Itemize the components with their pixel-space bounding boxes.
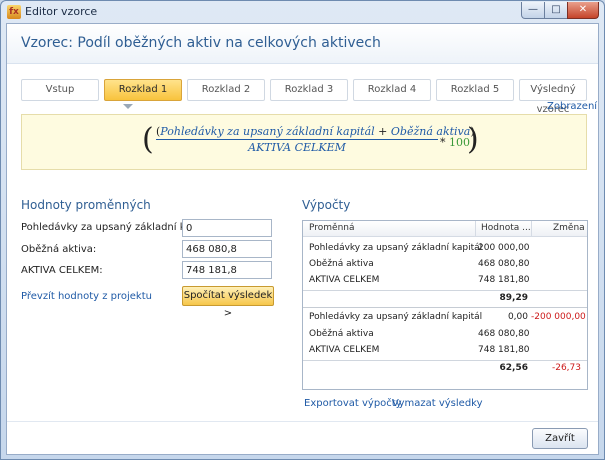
table-row-total[interactable]: 62,56 -26,73 <box>303 360 587 376</box>
cell-result: 89,29 <box>499 293 528 303</box>
transfer-values-link[interactable]: Převzít hodnoty z projektu <box>21 291 152 302</box>
cell-value: 748 181,80 <box>478 345 530 355</box>
column-divider[interactable] <box>475 221 476 237</box>
variable-input-receivables[interactable] <box>182 219 272 237</box>
variable-input-current-assets[interactable] <box>182 240 272 258</box>
tab-vstup[interactable]: Vstup <box>21 79 99 101</box>
variable-input-total-assets[interactable] <box>182 261 272 279</box>
page-title: Vzorec: Podíl oběžných aktiv na celkovýc… <box>21 35 381 51</box>
cell-value: 468 080,80 <box>478 259 530 269</box>
cell-variable: Oběžná aktiva <box>309 259 374 269</box>
table-header: Proměnná Hodnota ... Změna <box>303 221 587 237</box>
tab-vysledny-vzorec[interactable]: Výsledný vzorec <box>519 79 587 115</box>
column-header-variable[interactable]: Proměnná <box>309 223 355 233</box>
table-row[interactable]: AKTIVA CELKEM 748 181,80 <box>303 273 587 289</box>
tab-rozklad-3[interactable]: Rozklad 3 <box>270 79 348 101</box>
formula: ( (Pohledávky za upsaný základní kapitál… <box>142 122 502 162</box>
compute-result-button[interactable]: Spočítat výsledek > <box>182 286 274 319</box>
cell-value: 0,00 <box>507 312 528 322</box>
variables-section-title: Hodnoty proměnných <box>21 198 151 212</box>
table-row[interactable]: Oběžná aktiva 468 080,80 <box>303 327 587 343</box>
cell-variable: Oběžná aktiva <box>309 329 374 339</box>
variable-label-total-assets: AKTIVA CELKEM: <box>21 265 103 276</box>
formula-numerator: (Pohledávky za upsaný základní kapitál +… <box>156 125 475 140</box>
calculations-section-title: Výpočty <box>302 198 351 212</box>
cell-variable: Pohledávky za upsaný základní kapitál <box>309 312 483 322</box>
table-row[interactable]: Pohledávky za upsaný základní kapitál 20… <box>303 241 587 257</box>
dialog-header: Vzorec: Podíl oběžných aktiv na celkovýc… <box>7 24 598 64</box>
cell-value: 200 000,00 <box>478 243 530 253</box>
tab-rozklad-4[interactable]: Rozklad 4 <box>353 79 431 101</box>
cell-result: 62,56 <box>499 363 528 373</box>
export-calculations-link[interactable]: Exportovat výpočty <box>304 398 402 409</box>
footer-divider <box>7 421 598 422</box>
minimize-button[interactable]: — <box>521 2 545 19</box>
table-row[interactable]: Oběžná aktiva 468 080,80 <box>303 257 587 273</box>
clear-results-link[interactable]: Vymazat výsledky <box>392 398 483 409</box>
formula-denominator[interactable]: AKTIVA CELKEM <box>156 140 438 154</box>
formula-display: ( (Pohledávky za upsaný základní kapitál… <box>21 114 587 170</box>
calculations-table[interactable]: Proměnná Hodnota ... Změna Pohledávky za… <box>302 220 588 390</box>
formula-fraction: (Pohledávky za upsaný základní kapitál +… <box>156 125 475 154</box>
app-icon: fx <box>7 5 21 19</box>
column-divider[interactable] <box>531 221 532 237</box>
table-row[interactable]: Pohledávky za upsaný základní kapitál 0,… <box>303 310 587 326</box>
cell-change: -200 000,00 <box>531 312 586 322</box>
cell-variable: AKTIVA CELKEM <box>309 345 380 355</box>
formula-open-paren: ( <box>142 122 154 157</box>
column-header-change[interactable]: Změna <box>553 223 585 233</box>
table-row[interactable]: AKTIVA CELKEM 748 181,80 <box>303 343 587 359</box>
title-bar[interactable]: fx Editor vzorce — □ ✕ <box>1 1 604 23</box>
cell-variable: Pohledávky za upsaný základní kapitál <box>309 243 483 253</box>
formula-term-receivables[interactable]: Pohledávky za upsaný základní kapitál <box>160 125 374 138</box>
tab-rozklad-5[interactable]: Rozklad 5 <box>436 79 514 101</box>
formula-editor-window: fx Editor vzorce — □ ✕ Vzorec: Podíl obě… <box>0 0 605 460</box>
group-divider <box>303 307 587 308</box>
active-step-pointer-icon <box>123 104 133 109</box>
variable-label-current-assets: Oběžná aktiva: <box>21 244 97 255</box>
table-row-total[interactable]: 89,29 <box>303 290 587 306</box>
formula-times: * <box>440 136 446 149</box>
dialog-body: Vzorec: Podíl oběžných aktiv na celkovýc… <box>6 23 599 455</box>
step-bar: Vstup Rozklad 1 Rozklad 2 Rozklad 3 Rozk… <box>21 79 587 115</box>
cell-result-change: -26,73 <box>551 363 581 373</box>
formula-close-paren: ) <box>467 122 479 157</box>
column-header-value[interactable]: Hodnota ... <box>481 223 531 233</box>
display-link[interactable]: Zobrazení <box>547 101 597 112</box>
cell-value: 468 080,80 <box>478 329 530 339</box>
maximize-button[interactable]: □ <box>544 2 568 19</box>
formula-plus: + <box>378 125 388 138</box>
window-title: Editor vzorce <box>25 5 98 18</box>
tab-rozklad-2[interactable]: Rozklad 2 <box>187 79 265 101</box>
tab-rozklad-1[interactable]: Rozklad 1 <box>104 79 182 101</box>
cell-value: 748 181,80 <box>478 275 530 285</box>
close-button[interactable]: Zavřít <box>532 428 588 449</box>
cell-variable: AKTIVA CELKEM <box>309 275 380 285</box>
close-window-button[interactable]: ✕ <box>567 2 599 19</box>
